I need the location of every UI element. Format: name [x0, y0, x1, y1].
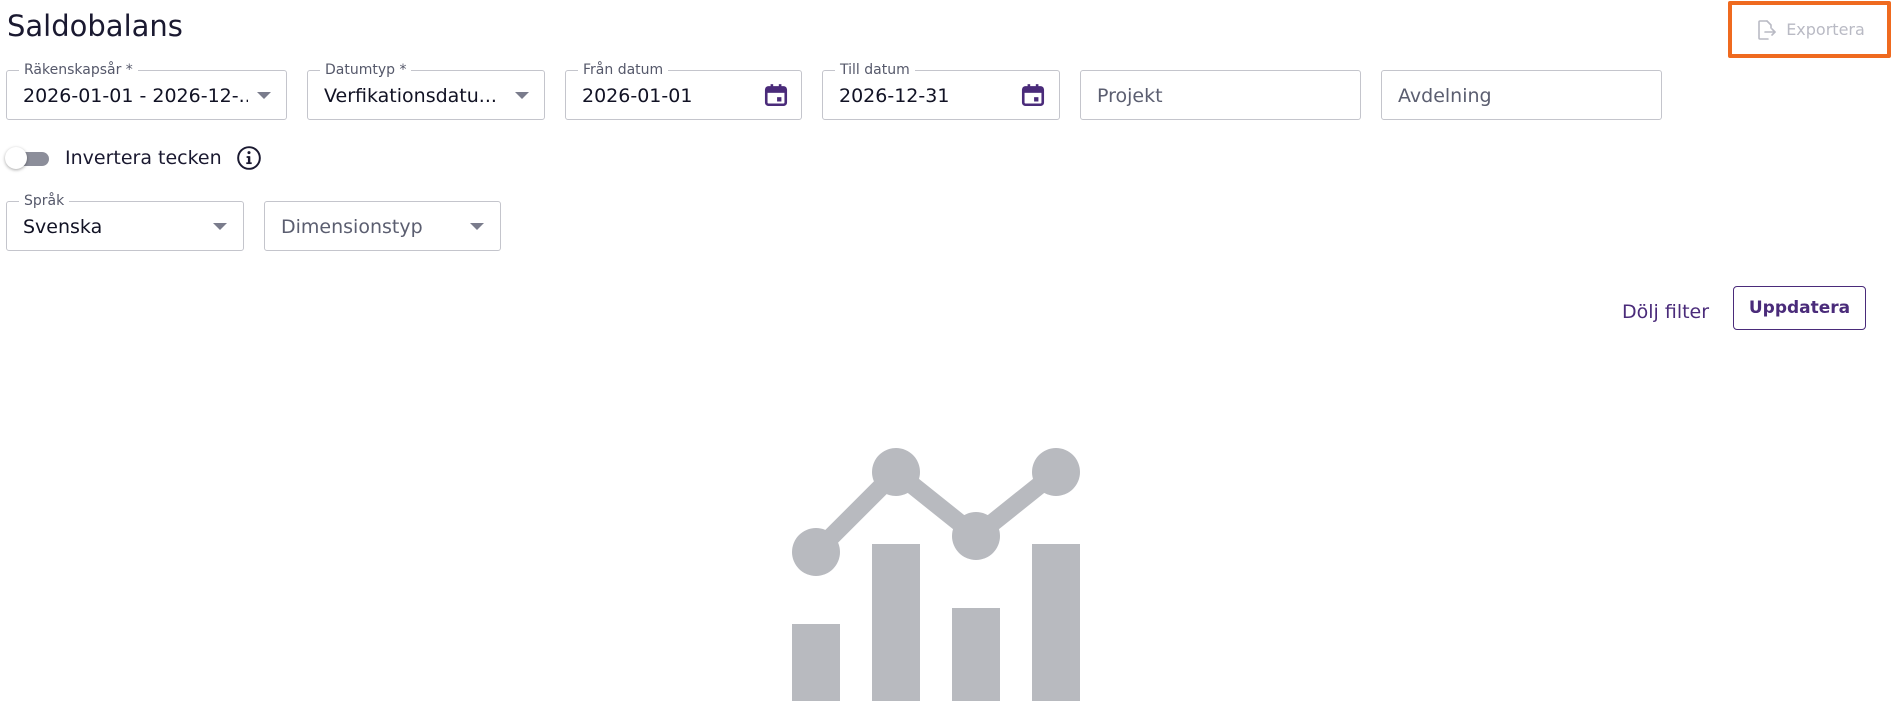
from-date-value: 2026-01-01 [582, 85, 693, 107]
update-button-label: Uppdatera [1748, 298, 1851, 318]
chevron-down-icon [470, 223, 484, 230]
page-title: Saldobalans [7, 9, 183, 43]
project-field[interactable]: Projekt [1080, 70, 1361, 120]
language-value: Svenska [23, 216, 103, 238]
export-button[interactable]: Exportera [1728, 1, 1891, 58]
to-date-label: Till datum [835, 62, 915, 78]
calendar-icon[interactable] [1020, 82, 1046, 108]
to-date-field[interactable]: Till datum 2026-12-31 [822, 62, 1060, 120]
date-type-value: Verfikationsdatu... [324, 85, 497, 107]
toggle-thumb [5, 147, 27, 169]
from-date-label: Från datum [578, 62, 669, 78]
info-icon[interactable] [236, 145, 262, 171]
to-date-value: 2026-12-31 [839, 85, 950, 107]
invert-sign-label: Invertera tecken [65, 147, 222, 169]
language-label: Språk [19, 193, 70, 209]
chevron-down-icon [257, 92, 271, 99]
invert-sign-toggle[interactable] [5, 147, 51, 169]
chart-empty-state-icon [792, 448, 1080, 701]
fiscal-year-value: 2026-01-01 - 2026-12-... [23, 85, 248, 107]
date-type-select[interactable]: Datumtyp * Verfikationsdatu... [307, 62, 545, 120]
department-placeholder: Avdelning [1398, 85, 1492, 107]
export-button-label: Exportera [1786, 20, 1865, 39]
report-page: Saldobalans Exportera Räkenskapsår * 202… [0, 0, 1894, 701]
calendar-icon[interactable] [763, 82, 789, 108]
dimension-type-select[interactable]: Dimensionstyp [264, 201, 501, 251]
chevron-down-icon [213, 223, 227, 230]
fiscal-year-label: Räkenskapsår * [19, 62, 138, 78]
project-placeholder: Projekt [1097, 85, 1163, 107]
department-field[interactable]: Avdelning [1381, 70, 1662, 120]
date-type-label: Datumtyp * [320, 62, 412, 78]
language-select[interactable]: Språk Svenska [6, 193, 244, 251]
export-icon [1758, 19, 1776, 40]
dimension-type-placeholder: Dimensionstyp [281, 216, 423, 238]
hide-filter-link[interactable]: Dölj filter [1622, 300, 1709, 324]
update-button[interactable]: Uppdatera [1733, 286, 1866, 330]
fiscal-year-select[interactable]: Räkenskapsår * 2026-01-01 - 2026-12-... [6, 62, 287, 120]
from-date-field[interactable]: Från datum 2026-01-01 [565, 62, 802, 120]
chevron-down-icon [515, 92, 529, 99]
